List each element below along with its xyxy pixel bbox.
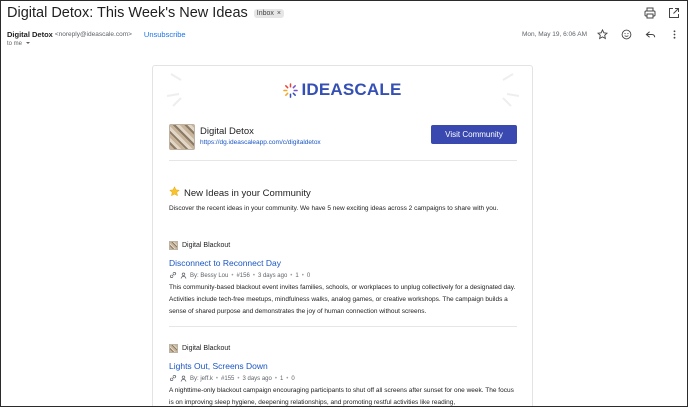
recipients-text: to me (7, 41, 23, 47)
recipients-toggle[interactable]: to me (7, 40, 31, 48)
separator-dot: • (301, 273, 304, 279)
idea-title-link[interactable]: Lights Out, Screens Down (169, 361, 517, 371)
idea-comments: 0 (306, 273, 311, 279)
idea-title-link[interactable]: Disconnect to Reconnect Day (169, 258, 517, 268)
idea-item: Digital Blackout Lights Out, Screens Dow… (169, 343, 517, 406)
campaign-name: Digital Blackout (182, 344, 231, 352)
sender-name[interactable]: Digital Detox (7, 30, 53, 39)
intro-text: Discover the recent ideas in your commun… (169, 205, 499, 212)
idea-time: 3 days ago (257, 273, 288, 279)
separator-dot: • (290, 273, 293, 279)
subject-row: Digital Detox: This Week's New Ideas Inb… (7, 4, 681, 22)
campaign-row: Digital Blackout (169, 240, 517, 250)
unsubscribe-link[interactable]: Unsubscribe (144, 30, 186, 39)
idea-author: By: jeff.k (190, 376, 213, 382)
section-heading: New Ideas in your Community (169, 186, 311, 200)
campaign-row: Digital Blackout (169, 343, 517, 353)
sender-row: Digital Detox <noreply@ideascale.com> Un… (7, 28, 681, 40)
reply-icon[interactable] (643, 27, 657, 41)
separator-dot: • (286, 376, 289, 382)
idea-item: Digital Blackout Disconnect to Reconnect… (169, 240, 517, 318)
campaign-thumbnail (169, 240, 178, 250)
separator-dot: • (274, 376, 277, 382)
star-icon[interactable] (595, 27, 609, 41)
divider (169, 160, 517, 161)
idea-description: A nighttime-only blackout campaign encou… (169, 387, 514, 406)
idea-number: #155 (221, 376, 235, 382)
message-actions (595, 27, 681, 41)
campaign-thumbnail (169, 343, 178, 353)
email-body-card: IDEASCALE Digital Detox https://dg.ideas… (152, 65, 533, 406)
star-emoji-icon (169, 186, 180, 200)
more-options-icon[interactable] (667, 27, 681, 41)
separator-dot: • (231, 273, 234, 279)
separator-dot: • (252, 273, 255, 279)
person-icon (180, 272, 187, 281)
idea-votes: 1 (279, 376, 284, 382)
community-thumbnail[interactable] (169, 124, 195, 150)
community-header: Digital Detox https://dg.ideascaleapp.co… (169, 124, 517, 160)
sender-email: <noreply@ideascale.com> (54, 30, 132, 38)
section-title: New Ideas in your Community (184, 187, 311, 199)
chevron-down-icon (25, 40, 31, 48)
header-banner: IDEASCALE (153, 66, 532, 114)
idea-comments: 0 (291, 376, 295, 382)
person-icon (180, 375, 187, 384)
divider (169, 326, 517, 327)
link-icon (169, 374, 177, 384)
top-actions (643, 6, 681, 20)
inbox-label-badge[interactable]: Inbox × (253, 8, 284, 18)
print-icon[interactable] (643, 6, 657, 20)
idea-meta: By: jeff.k • #155 • 3 days ago • 1 • 0 (169, 374, 517, 384)
open-in-new-window-icon[interactable] (667, 6, 681, 20)
remove-label-icon[interactable]: × (277, 10, 281, 17)
campaign-name: Digital Blackout (182, 241, 231, 249)
email-subject: Digital Detox: This Week's New Ideas (7, 5, 248, 21)
link-icon (169, 271, 177, 281)
idea-description: This community-based blackout event invi… (169, 284, 516, 315)
banner-decoration-icon (166, 73, 520, 107)
email-view: Digital Detox: This Week's New Ideas Inb… (0, 0, 688, 407)
separator-dot: • (215, 376, 219, 382)
visit-community-button[interactable]: Visit Community (431, 125, 517, 144)
idea-number: #156 (236, 273, 250, 279)
label-badge-text: Inbox (256, 9, 274, 17)
idea-author: By: Bessy Lou (190, 273, 229, 279)
community-url-link[interactable]: https://dg.ideascaleapp.com/c/digitaldet… (200, 139, 321, 146)
idea-meta: By: Bessy Lou • #156 • 3 days ago • 1 • … (169, 271, 517, 281)
idea-time: 3 days ago (242, 376, 272, 382)
emoji-reaction-icon[interactable] (619, 27, 633, 41)
email-date: Mon, May 19, 6:06 AM (521, 30, 587, 38)
separator-dot: • (237, 376, 240, 382)
idea-votes: 1 (295, 273, 299, 279)
community-name: Digital Detox (200, 126, 254, 137)
